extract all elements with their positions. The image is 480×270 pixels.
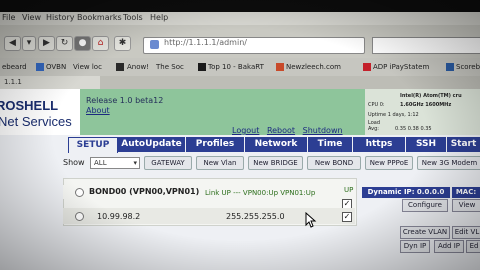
bookmark-icon (276, 63, 284, 71)
load-average: 0.35 0.38 0.35 (395, 126, 432, 132)
about-link[interactable]: About (86, 106, 110, 115)
new-3g-modem-button[interactable]: New 3G Modem (417, 156, 480, 170)
link-status: Link UP --- VPN00:Up VPN01:Up (205, 189, 316, 197)
menu-bar: File View History Bookmarks Tools Help (0, 12, 480, 25)
dynamic-ip-label: Dynamic IP: 0.0.0.0 (362, 187, 450, 198)
bookmark-icon (446, 63, 454, 71)
ip-address: 10.99.98.2 (97, 212, 141, 221)
settings-icon[interactable]: ✱ (114, 36, 131, 51)
mouse-cursor-icon (305, 211, 317, 232)
shutdown-link[interactable]: Shutdown (303, 126, 343, 135)
tab-autoupdate[interactable]: AutoUpdate (118, 137, 186, 152)
window-titlebar (0, 0, 480, 12)
bookmarks-bar: ebeard OVBN View loc Anow! The Soc Top 1… (0, 58, 480, 76)
menu-tools[interactable]: Tools (123, 13, 143, 22)
address-text: http://1.1.1.1/admin/ (164, 38, 247, 47)
tab-https[interactable]: https (353, 137, 406, 152)
bookmark-icon (116, 63, 124, 71)
browser-tab-label: 1.1.1 (4, 78, 22, 86)
uptime-text: Uptime 1 days, 1:12 (368, 112, 419, 118)
mac-label: MAC: (452, 187, 480, 198)
netmask: 255.255.255.0 (226, 212, 285, 221)
bookmark-item[interactable]: Anow! (127, 63, 149, 71)
bookmark-item[interactable]: ebeard (2, 63, 27, 71)
configure-button[interactable]: Configure (402, 199, 448, 212)
bookmark-item[interactable]: Top 10 - BakaRT (208, 63, 264, 71)
load-avg-label: Avg: (368, 126, 379, 132)
logout-link[interactable]: Logout (232, 126, 259, 135)
bookmark-item[interactable]: Scoreb (456, 63, 480, 71)
chevron-down-icon: ▾ (133, 159, 137, 167)
bookmark-item[interactable]: View loc (73, 63, 102, 71)
system-info-panel: CPU 0: Intel(R) Atom(TM) cru 1.60GHz 160… (365, 89, 480, 135)
dyn-ip-button[interactable]: Dyn IP (400, 240, 430, 253)
bond-radio[interactable] (75, 188, 84, 197)
menu-view[interactable]: View (22, 13, 41, 22)
back-icon[interactable]: ◀ (4, 36, 21, 51)
stop-icon[interactable]: ● (74, 36, 91, 51)
cpu-model: Intel(R) Atom(TM) cru (400, 93, 462, 99)
add-ip-button[interactable]: Add IP (434, 240, 464, 253)
home-icon[interactable]: ⌂ (92, 36, 109, 51)
tab-ssh[interactable]: SSH (406, 137, 447, 152)
bookmark-item[interactable]: OVBN (46, 63, 66, 71)
new-bond-button[interactable]: New BOND (307, 156, 361, 170)
menu-bookmarks[interactable]: Bookmarks (77, 13, 122, 22)
tab-network[interactable]: Network (245, 137, 308, 152)
forward-icon[interactable]: ▶ (38, 36, 55, 51)
tab-time[interactable]: Time (308, 137, 353, 152)
up-column-header: UP (344, 186, 354, 194)
new-bridge-button[interactable]: New BRIDGE (248, 156, 303, 170)
view-button[interactable]: View (452, 199, 480, 212)
show-select[interactable]: ALL ▾ (90, 157, 140, 169)
tab-profiles[interactable]: Profiles (186, 137, 245, 152)
ip-radio[interactable] (75, 212, 84, 221)
dropdown-arrow-icon[interactable]: ▾ (22, 36, 36, 51)
search-box[interactable] (372, 37, 480, 54)
cpu-speed: 1.60GHz 1600MHz (400, 102, 452, 108)
ip-up-checkbox[interactable]: ✓ (342, 212, 352, 222)
reboot-link[interactable]: Reboot (267, 126, 295, 135)
show-select-value: ALL (94, 159, 107, 167)
create-vlan-button[interactable]: Create VLAN (400, 226, 450, 239)
show-label: Show (63, 158, 85, 167)
tab-start[interactable]: Start (447, 137, 480, 152)
logo-subtext: Net Services (0, 114, 72, 129)
header-links: Logout Reboot Shutdown (232, 126, 348, 135)
bookmark-item[interactable]: ADP iPayStatem (373, 63, 429, 71)
menu-file[interactable]: File (2, 13, 15, 22)
bookmark-icon (363, 63, 371, 71)
bookmark-icon (36, 63, 44, 71)
bookmark-item[interactable]: The Soc (156, 63, 184, 71)
gateway-button[interactable]: GATEWAY (144, 156, 192, 170)
reload-icon[interactable]: ↻ (56, 36, 73, 51)
browser-tab[interactable]: 1.1.1 (0, 76, 100, 89)
new-vlan-button[interactable]: New Vlan (196, 156, 244, 170)
site-favicon (150, 40, 159, 49)
bond-name: BOND00 (VPN00,VPN01) (89, 187, 200, 196)
edit-ip-button[interactable]: Ed (466, 240, 480, 253)
menu-history[interactable]: History (46, 13, 74, 22)
release-text: Release 1.0 beta12 (86, 96, 164, 105)
new-pppoe-button[interactable]: New PPPoE (365, 156, 413, 170)
logo-text: ROSHELL (0, 98, 59, 113)
tab-setup[interactable]: SETUP (68, 137, 118, 153)
cpu-label: CPU 0: (368, 102, 385, 108)
edit-vlan-button[interactable]: Edit VL (452, 226, 480, 239)
bookmark-icon (198, 63, 206, 71)
menu-help[interactable]: Help (150, 13, 168, 22)
bookmark-item[interactable]: Newzleech.com (286, 63, 341, 71)
